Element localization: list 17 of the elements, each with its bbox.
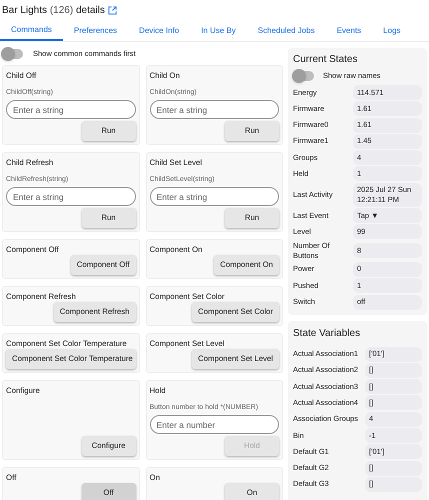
page-title: Bar Lights (126) details	[2, 4, 105, 18]
input-field[interactable]: Enter a string	[6, 100, 136, 119]
toggle-switch[interactable]	[294, 71, 314, 81]
input-field[interactable]: Enter a string	[150, 187, 279, 206]
tab[interactable]: Device Info	[128, 20, 190, 41]
input-field[interactable]: Enter a string	[6, 187, 136, 206]
tab[interactable]: In Use By	[190, 20, 247, 41]
tab[interactable]: Logs	[372, 20, 412, 41]
tab[interactable]: Commands	[0, 20, 63, 41]
panel-title: State Variables	[293, 326, 362, 341]
input-field[interactable]: Enter a string	[150, 100, 279, 119]
external-link-icon[interactable]	[108, 6, 117, 15]
panel-title: Current States	[293, 53, 358, 67]
tab[interactable]: Events	[326, 20, 372, 41]
toggle-switch[interactable]	[3, 49, 23, 59]
tab[interactable]: Scheduled Jobs	[246, 20, 326, 41]
tab[interactable]: Preferences	[62, 20, 128, 41]
